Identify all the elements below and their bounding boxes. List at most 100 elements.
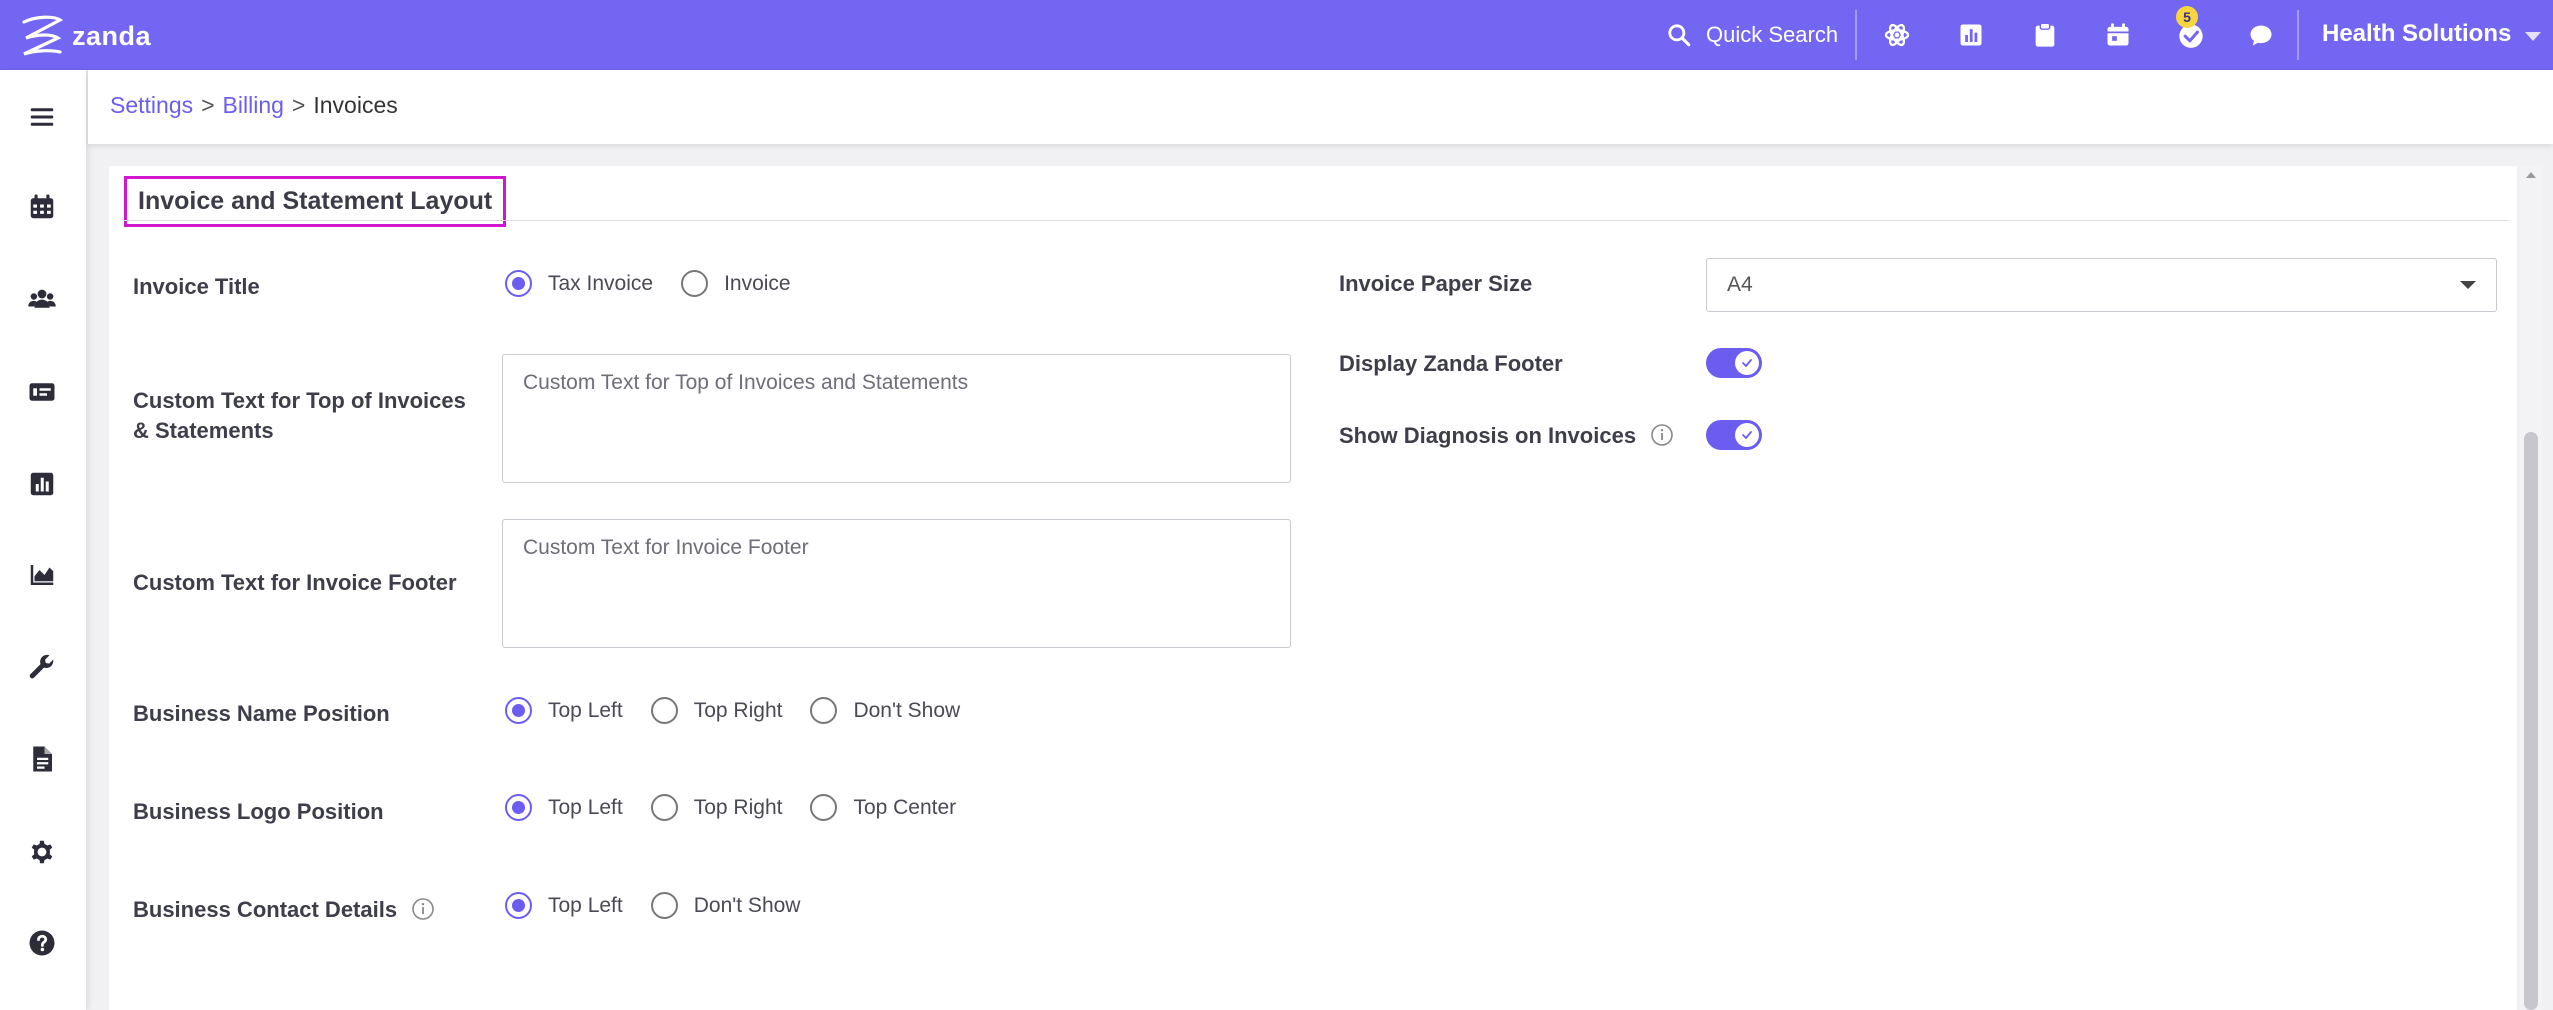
business-name-position-label: Business Name Position (133, 701, 390, 726)
placeholder: Custom Text for Invoice Footer (523, 536, 809, 559)
radio-dont-show[interactable]: Don't Show (650, 892, 801, 919)
toggle-knob (1735, 423, 1759, 447)
radio-unselected (810, 794, 838, 821)
radio-top-right[interactable]: Top Right (650, 697, 783, 724)
paper-size-label: Invoice Paper Size (1339, 271, 1533, 296)
radio-label: Invoice (724, 271, 791, 295)
organization-menu[interactable]: Health Solutions (2322, 16, 2542, 52)
radio-label: Top Left (548, 795, 623, 819)
analytics-icon[interactable] (25, 558, 59, 592)
radio-label: Don't Show (853, 698, 961, 722)
radio-top-center[interactable]: Top Center (810, 794, 956, 821)
radio-label: Top Right (693, 795, 783, 819)
label-text: Business Contact Details (133, 897, 398, 922)
info-icon[interactable] (1650, 423, 1674, 447)
invoice-title-label: Invoice Title (133, 274, 260, 299)
top-bar: zanda Quick Search 5 Health Solutions (0, 0, 2553, 70)
quick-search-label: Quick Search (1706, 22, 1839, 47)
paper-size-select[interactable]: A4 (1706, 258, 2497, 312)
radio-label: Don't Show (693, 893, 801, 917)
radio-label: Top Right (693, 698, 783, 722)
reports-icon[interactable] (25, 467, 59, 501)
tasks-badge: 5 (2176, 6, 2198, 28)
breadcrumb-separator: > (291, 92, 306, 118)
check-icon (1742, 359, 1752, 367)
breadcrumb-separator: > (201, 92, 215, 118)
tools-icon[interactable] (25, 651, 59, 685)
settings-icon[interactable] (25, 835, 59, 869)
calendar-icon[interactable] (2102, 19, 2134, 51)
select-value: A4 (1727, 273, 1753, 296)
radio-selected (505, 270, 532, 297)
radio-unselected (650, 697, 678, 724)
organization-name: Health Solutions (2322, 20, 2512, 47)
radio-label: Top Center (853, 795, 957, 819)
breadcrumb-billing[interactable]: Billing (223, 92, 284, 119)
documents-icon[interactable] (25, 742, 59, 776)
radio-top-right[interactable]: Top Right (650, 794, 783, 821)
radio-unselected (681, 270, 709, 297)
radio-unselected (650, 794, 678, 821)
scroll-thumb[interactable] (2524, 432, 2538, 1010)
zanda-logo-icon (22, 15, 64, 56)
custom-footer-text-input[interactable]: Custom Text for Invoice Footer (502, 519, 1291, 648)
chevron-down-icon (2525, 31, 2542, 41)
radio-dont-show[interactable]: Don't Show (810, 697, 960, 724)
info-icon[interactable] (411, 897, 435, 921)
calendar-icon[interactable] (25, 190, 59, 224)
topbar-divider (2297, 10, 2299, 60)
menu-icon[interactable] (25, 100, 59, 134)
search-icon (1668, 24, 1691, 47)
toggle-knob (1735, 351, 1759, 375)
sidebar (0, 70, 87, 1010)
invoice-layout-panel: Invoice and Statement Layout Invoice Tit… (109, 166, 2517, 1010)
chat-icon[interactable] (2245, 19, 2277, 51)
business-contact-details-radio-group: Top Left Don't Show (505, 892, 828, 919)
radio-top-left[interactable]: Top Left (505, 892, 623, 919)
placeholder: Custom Text for Top of Invoices and Stat… (523, 371, 969, 394)
radio-invoice[interactable]: Invoice (681, 270, 791, 297)
show-diagnosis-toggle[interactable] (1706, 420, 1762, 450)
label-text: Show Diagnosis on Invoices (1339, 423, 1637, 448)
radio-tax-invoice[interactable]: Tax Invoice (505, 270, 653, 297)
radio-unselected (810, 697, 838, 724)
topbar-divider (1855, 10, 1857, 60)
apps-icon[interactable] (1881, 19, 1913, 51)
radio-label: Top Left (548, 698, 623, 722)
billing-icon[interactable] (25, 375, 59, 409)
zanda-logo[interactable]: zanda (18, 14, 151, 58)
scroll-up-icon[interactable] (2526, 172, 2536, 178)
reports-icon[interactable] (1955, 19, 1987, 51)
chevron-down-icon (2460, 281, 2476, 289)
custom-top-text-label: Custom Text for Top of Invoices & Statem… (133, 386, 466, 446)
scrollbar[interactable] (2520, 166, 2542, 1010)
display-footer-label: Display Zanda Footer (1339, 351, 1563, 376)
clipboard-icon[interactable] (2029, 19, 2061, 51)
radio-label: Top Left (548, 893, 623, 917)
radio-selected (505, 794, 532, 821)
check-icon (1742, 431, 1752, 439)
radio-label: Tax Invoice (548, 271, 654, 295)
radio-top-left[interactable]: Top Left (505, 697, 623, 724)
brand-name: zanda (72, 20, 152, 51)
breadcrumb: Settings > Billing > Invoices (110, 92, 398, 119)
breadcrumb-bar: Settings > Billing > Invoices (88, 70, 2553, 144)
quick-search-button[interactable]: Quick Search (1666, 18, 1838, 52)
radio-unselected (650, 892, 678, 919)
label-line: & Statements (133, 418, 274, 443)
radio-top-left[interactable]: Top Left (505, 794, 623, 821)
invoice-title-radio-group: Tax Invoice Invoice (505, 270, 819, 297)
label-line: Custom Text for Top of Invoices (133, 388, 466, 413)
custom-top-text-input[interactable]: Custom Text for Top of Invoices and Stat… (502, 354, 1291, 483)
radio-selected (505, 892, 532, 919)
business-logo-position-radio-group: Top Left Top Right Top Center (505, 794, 984, 821)
help-icon[interactable] (25, 926, 59, 960)
business-contact-details-label: Business Contact Details (133, 895, 435, 925)
business-logo-position-label: Business Logo Position (133, 799, 384, 824)
display-footer-toggle[interactable] (1706, 348, 1762, 378)
show-diagnosis-label: Show Diagnosis on Invoices (1339, 421, 1674, 451)
clients-icon[interactable] (25, 282, 59, 316)
business-name-position-radio-group: Top Left Top Right Don't Show (505, 697, 988, 724)
section-divider (124, 220, 2509, 221)
breadcrumb-settings[interactable]: Settings (110, 92, 193, 119)
